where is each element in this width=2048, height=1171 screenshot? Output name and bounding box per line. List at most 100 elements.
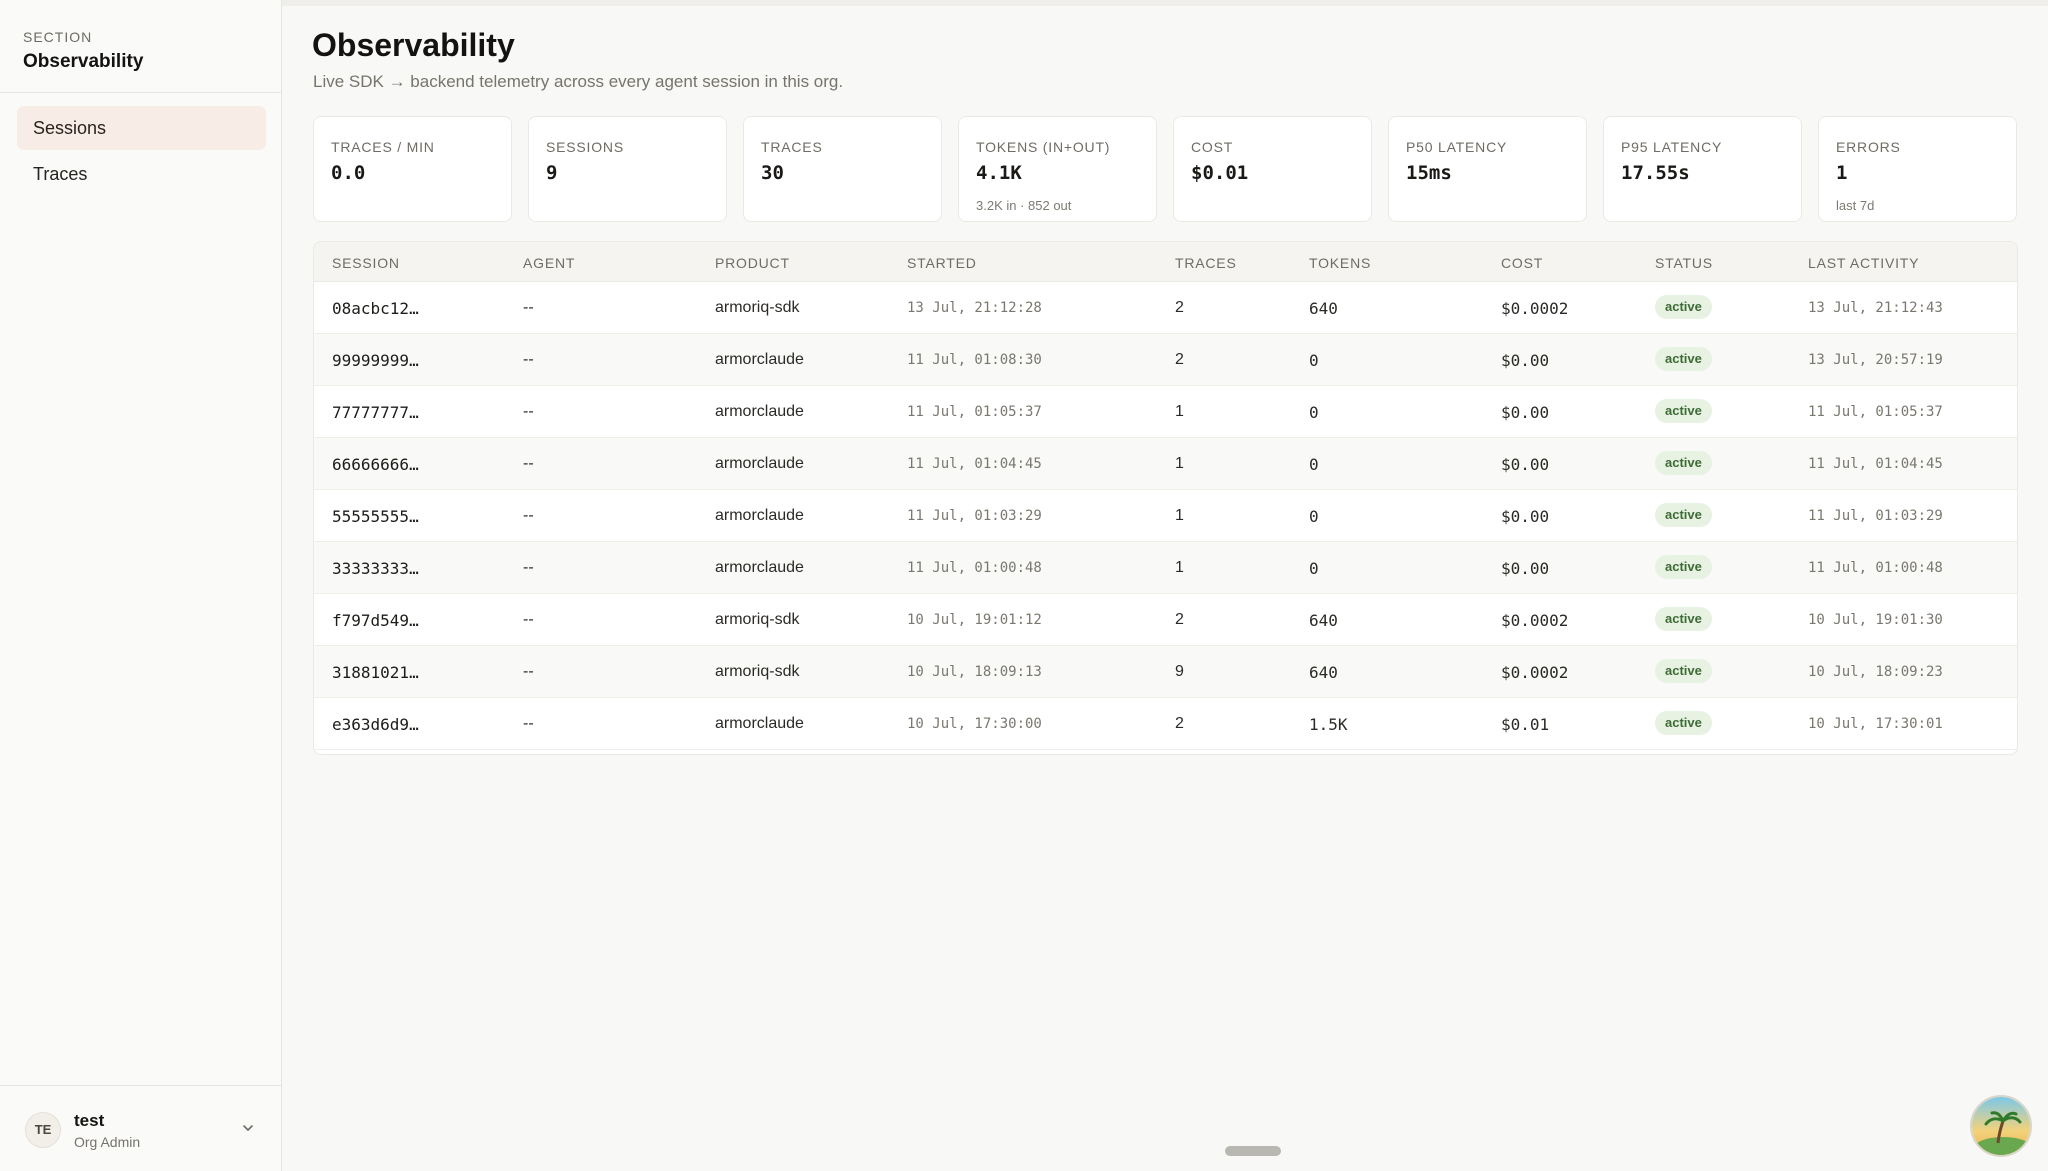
stat-card-traces-per-min: TRACES / MIN 0.0 (313, 116, 512, 222)
status-badge: active (1655, 295, 1712, 319)
sidebar-item-traces[interactable]: Traces (17, 152, 266, 196)
last-activity-cell: 10 Jul, 19:01:30 (1808, 612, 1943, 628)
sessions-table: SESSION AGENT PRODUCT STARTED TRACES TOK… (313, 241, 2018, 755)
agent-cell: -- (523, 351, 534, 368)
stat-value: 0.0 (331, 162, 366, 184)
cost-cell: $0.00 (1501, 403, 1550, 422)
table-row[interactable]: e363d6d9… -- armorclaude 10 Jul, 17:30:00 2 1… (314, 698, 2017, 750)
avatar: TE (25, 1112, 61, 1148)
chevron-down-icon[interactable] (240, 1120, 256, 1136)
last-activity-cell: 11 Jul, 01:03:29 (1808, 508, 1943, 524)
stat-value: 17.55s (1621, 162, 1690, 184)
column-header-tokens[interactable]: TOKENS (1309, 255, 1371, 271)
column-header-status[interactable]: STATUS (1655, 255, 1713, 271)
product-cell: armoriq-sdk (715, 611, 800, 628)
session-id-cell: f797d549… (332, 611, 419, 630)
scroll-handle[interactable] (1225, 1146, 1281, 1156)
agent-cell: -- (523, 507, 534, 524)
column-header-traces[interactable]: TRACES (1175, 255, 1237, 271)
table-row[interactable]: 77777777… -- armorclaude 11 Jul, 01:05:37 1 0… (314, 386, 2017, 438)
user-name: test (74, 1111, 105, 1130)
stat-label: TOKENS (IN+OUT) (976, 139, 1111, 155)
started-cell: 10 Jul, 19:01:12 (907, 612, 1042, 628)
product-cell: armorclaude (715, 351, 804, 368)
section-title: Observability (23, 51, 144, 72)
cost-cell: $0.00 (1501, 507, 1550, 526)
last-activity-cell: 11 Jul, 01:04:45 (1808, 456, 1943, 472)
status-badge: active (1655, 555, 1712, 579)
status-badge: active (1655, 451, 1712, 475)
agent-cell: -- (523, 715, 534, 732)
started-cell: 11 Jul, 01:05:37 (907, 404, 1042, 420)
tokens-cell: 0 (1309, 403, 1319, 422)
table-row[interactable]: 66666666… -- armorclaude 11 Jul, 01:04:45 1 0… (314, 438, 2017, 490)
agent-cell: -- (523, 611, 534, 628)
sidebar-item-sessions[interactable]: Sessions (17, 106, 266, 150)
sidebar-header: SECTION Observability (0, 0, 281, 93)
table-row[interactable]: 99999999… -- armorclaude 11 Jul, 01:08:30 2 0… (314, 334, 2017, 386)
last-activity-cell: 11 Jul, 01:05:37 (1808, 404, 1943, 420)
column-header-product[interactable]: PRODUCT (715, 255, 790, 271)
traces-cell: 1 (1175, 455, 1184, 472)
page-title: Observability (312, 27, 515, 63)
tokens-cell: 640 (1309, 611, 1338, 630)
table-row[interactable]: f797d549… -- armoriq-sdk 10 Jul, 19:01:12 2 6… (314, 594, 2017, 646)
traces-cell: 9 (1175, 663, 1184, 680)
session-id-cell: 31881021… (332, 663, 419, 682)
column-header-agent[interactable]: AGENT (523, 255, 575, 271)
session-id-cell: 08acbc12… (332, 299, 419, 318)
table-row[interactable]: 55555555… -- armorclaude 11 Jul, 01:03:29 1 0… (314, 490, 2017, 542)
traces-cell: 1 (1175, 507, 1184, 524)
stat-value: 9 (546, 162, 558, 184)
tokens-cell: 640 (1309, 663, 1338, 682)
started-cell: 13 Jul, 21:12:28 (907, 300, 1042, 316)
started-cell: 11 Jul, 01:03:29 (907, 508, 1042, 524)
column-header-cost[interactable]: COST (1501, 255, 1543, 271)
started-cell: 11 Jul, 01:04:45 (907, 456, 1042, 472)
tokens-cell: 0 (1309, 559, 1319, 578)
stat-card-tokens: TOKENS (IN+OUT) 4.1K 3.2K in · 852 out (958, 116, 1157, 222)
cost-cell: $0.00 (1501, 455, 1550, 474)
stat-value: 30 (761, 162, 784, 184)
table-row[interactable]: 33333333… -- armorclaude 11 Jul, 01:00:48 1 0… (314, 542, 2017, 594)
column-header-started[interactable]: STARTED (907, 255, 977, 271)
session-id-cell: 55555555… (332, 507, 419, 526)
stat-label: P50 LATENCY (1406, 139, 1508, 155)
last-activity-cell: 10 Jul, 18:09:23 (1808, 664, 1943, 680)
agent-cell: -- (523, 663, 534, 680)
tokens-cell: 1.5K (1309, 715, 1348, 734)
assistant-avatar-icon[interactable] (1970, 1095, 2032, 1157)
traces-cell: 1 (1175, 559, 1184, 576)
stat-card-p95-latency: P95 LATENCY 17.55s (1603, 116, 1802, 222)
cost-cell: $0.0002 (1501, 299, 1569, 318)
product-cell: armorclaude (715, 455, 804, 472)
started-cell: 11 Jul, 01:08:30 (907, 352, 1042, 368)
status-badge: active (1655, 399, 1712, 423)
stat-label: P95 LATENCY (1621, 139, 1723, 155)
cost-cell: $0.0002 (1501, 663, 1569, 682)
user-menu[interactable]: TE test Org Admin (0, 1085, 281, 1171)
stat-value: 4.1K (976, 162, 1022, 184)
product-cell: armorclaude (715, 715, 804, 732)
product-cell: armorclaude (715, 559, 804, 576)
product-cell: armoriq-sdk (715, 299, 800, 316)
tokens-cell: 0 (1309, 507, 1319, 526)
table-row[interactable]: 08acbc12… -- armoriq-sdk 13 Jul, 21:12:28 2 6… (314, 282, 2017, 334)
column-header-session[interactable]: SESSION (332, 255, 400, 271)
status-badge: active (1655, 607, 1712, 631)
traces-cell: 2 (1175, 611, 1184, 628)
product-cell: armorclaude (715, 507, 804, 524)
stat-value: 1 (1836, 162, 1848, 184)
stat-label: ERRORS (1836, 139, 1901, 155)
started-cell: 11 Jul, 01:00:48 (907, 560, 1042, 576)
stat-label: SESSIONS (546, 139, 624, 155)
last-activity-cell: 10 Jul, 17:30:01 (1808, 716, 1943, 732)
cost-cell: $0.00 (1501, 559, 1550, 578)
status-badge: active (1655, 347, 1712, 371)
column-header-last-activity[interactable]: LAST ACTIVITY (1808, 255, 1919, 271)
table-row[interactable]: 31881021… -- armoriq-sdk 10 Jul, 18:09:13 9 6… (314, 646, 2017, 698)
tokens-cell: 0 (1309, 455, 1319, 474)
agent-cell: -- (523, 455, 534, 472)
cost-cell: $0.01 (1501, 715, 1550, 734)
traces-cell: 2 (1175, 299, 1184, 316)
